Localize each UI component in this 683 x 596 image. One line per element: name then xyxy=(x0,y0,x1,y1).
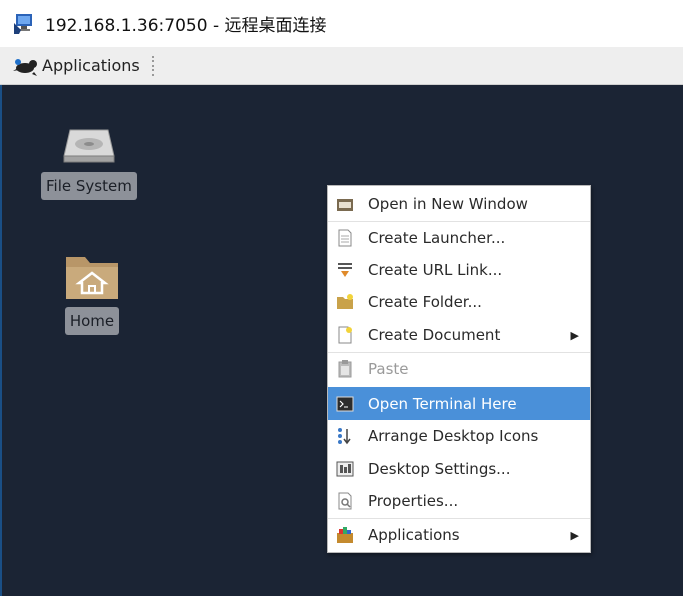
menu-item-properties[interactable]: Properties... xyxy=(328,486,590,516)
menu-separator xyxy=(328,221,590,222)
menu-item-create-document[interactable]: Create Document ▶ xyxy=(328,320,590,350)
panel-separator xyxy=(151,55,154,76)
hard-drive-icon xyxy=(63,129,115,163)
arrange-icons-icon xyxy=(335,426,355,446)
menu-item-arrange-desktop-icons[interactable]: Arrange Desktop Icons xyxy=(328,421,590,451)
menu-item-label: Applications xyxy=(368,526,460,544)
desktop-icon-file-system[interactable]: File System xyxy=(41,124,137,200)
desktop-icon-label: Home xyxy=(64,307,120,335)
menu-item-label: Properties... xyxy=(368,492,459,510)
menu-item-open-terminal-here[interactable]: Open Terminal Here xyxy=(328,387,590,420)
menu-item-label: Desktop Settings... xyxy=(368,460,511,478)
top-panel: Applications xyxy=(0,47,683,85)
window-titlebar: 192.168.1.36:7050 - 远程桌面连接 xyxy=(0,0,683,47)
terminal-icon xyxy=(335,394,355,414)
menu-separator xyxy=(328,352,590,353)
home-folder-icon xyxy=(66,257,118,299)
menu-item-paste: Paste xyxy=(328,354,590,384)
menu-item-label: Create Folder... xyxy=(368,293,482,311)
submenu-arrow-icon: ▶ xyxy=(570,528,579,542)
menu-item-label: Create Document xyxy=(368,326,501,344)
remote-desktop-icon xyxy=(14,13,32,34)
new-document-icon xyxy=(335,325,355,345)
menu-item-create-launcher[interactable]: Create Launcher... xyxy=(328,223,590,253)
menu-item-label: Paste xyxy=(368,360,409,378)
menu-item-create-folder[interactable]: Create Folder... xyxy=(328,287,590,317)
folder-open-icon xyxy=(335,194,355,214)
applications-label: Applications xyxy=(42,56,140,75)
xfce-mouse-icon xyxy=(13,58,37,76)
desktop-context-menu: Open in New Window Create Launcher... Cr… xyxy=(327,185,591,553)
desktop-icon-label: File System xyxy=(41,172,137,200)
menu-separator xyxy=(328,518,590,519)
menu-item-label: Open Terminal Here xyxy=(368,394,517,413)
new-folder-icon xyxy=(335,292,355,312)
desktop-icon-home[interactable]: Home xyxy=(63,251,121,335)
submenu-arrow-icon: ▶ xyxy=(570,328,579,342)
window-title: 192.168.1.36:7050 - 远程桌面连接 xyxy=(45,16,327,36)
applications-menu-button[interactable]: Applications xyxy=(0,47,140,84)
applications-icon xyxy=(335,525,355,545)
menu-item-label: Create Launcher... xyxy=(368,229,506,247)
url-link-icon xyxy=(335,260,355,280)
menu-item-label: Open in New Window xyxy=(368,195,528,213)
clipboard-icon xyxy=(335,359,355,379)
properties-icon xyxy=(335,491,355,511)
settings-panel-icon xyxy=(335,459,355,479)
menu-item-create-url-link[interactable]: Create URL Link... xyxy=(328,255,590,285)
menu-item-applications[interactable]: Applications ▶ xyxy=(328,520,590,550)
menu-item-open-in-new-window[interactable]: Open in New Window xyxy=(328,189,590,219)
menu-item-label: Create URL Link... xyxy=(368,261,503,279)
document-icon xyxy=(335,228,355,248)
menu-item-desktop-settings[interactable]: Desktop Settings... xyxy=(328,454,590,484)
menu-item-label: Arrange Desktop Icons xyxy=(368,427,539,445)
